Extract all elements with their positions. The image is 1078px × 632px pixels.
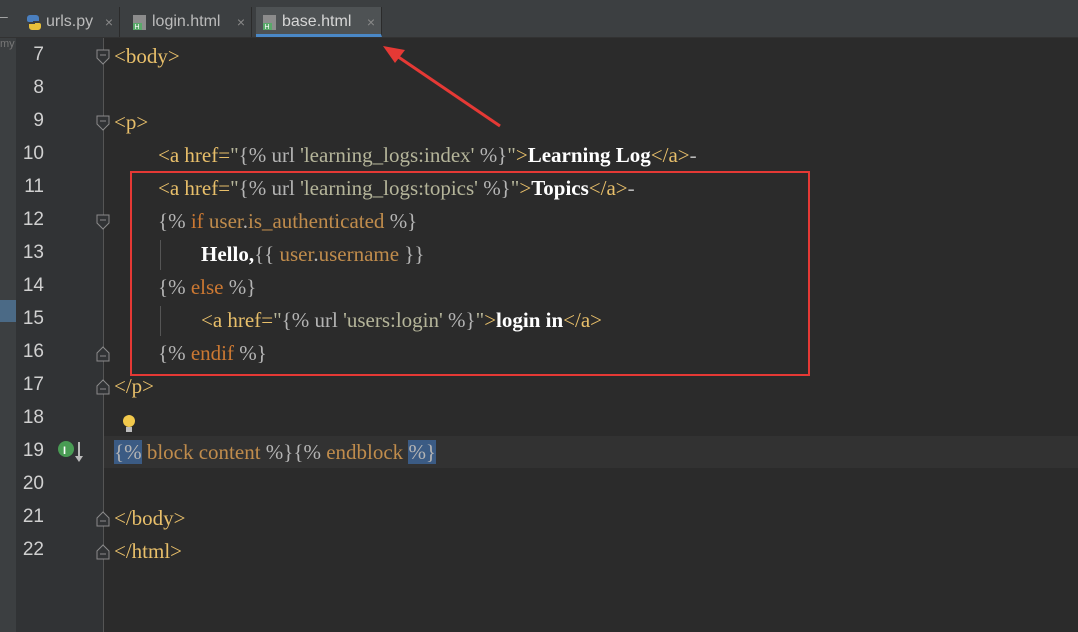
line-number: 14 [22, 275, 44, 296]
editor-tab-bar: – urls.py × H login.html × H base.html × [0, 0, 1078, 38]
python-file-icon [27, 15, 41, 30]
html-tag: <p> [114, 110, 149, 134]
string-literal: 'learning_logs:index' [300, 143, 475, 167]
template-tag: {% [293, 440, 321, 464]
line-number: 20 [22, 473, 44, 494]
line-number: 11 [24, 176, 44, 197]
tab-label: base.html [282, 13, 352, 30]
code-line-21[interactable]: </body> [114, 503, 186, 533]
line-number: 7 [33, 44, 44, 65]
code-line-22[interactable]: </html> [114, 536, 182, 566]
fold-open-icon[interactable] [95, 214, 111, 230]
side-panel-label: my [0, 38, 15, 50]
html-file-icon: H [133, 15, 146, 31]
line-number: 10 [22, 143, 44, 164]
code-line-19[interactable]: {% block content %}{% endblock %} [114, 437, 437, 467]
template-tag: %} [474, 143, 508, 167]
fold-close-icon[interactable] [95, 511, 111, 527]
code-line-9[interactable]: <p> [114, 107, 148, 137]
quote: " [507, 143, 516, 167]
tab-base-html[interactable]: H base.html × [256, 7, 382, 37]
matched-bracket: {% [114, 440, 142, 464]
close-icon[interactable]: × [367, 7, 375, 37]
side-panel-strip[interactable]: my [0, 38, 16, 632]
quote: " [230, 143, 239, 167]
line-number: 17 [22, 374, 44, 395]
fold-close-icon[interactable] [95, 544, 111, 560]
line-number: 12 [22, 209, 44, 230]
html-tag: > [515, 143, 528, 167]
implemented-override-icon[interactable]: I [57, 440, 85, 464]
line-number: 13 [22, 242, 44, 263]
html-tag: <a href= [158, 143, 231, 167]
fold-close-icon[interactable] [95, 346, 111, 362]
tab-urls-py[interactable]: urls.py × [20, 7, 120, 37]
html-file-icon: H [263, 15, 276, 31]
annotation-highlight-box [130, 171, 810, 376]
tab-label: urls.py [46, 13, 94, 30]
html-tag: </a> [650, 143, 690, 167]
line-number: 16 [22, 341, 44, 362]
code-line-7[interactable]: <body> [114, 41, 180, 71]
line-number: 22 [22, 539, 44, 560]
template-tag: {% url [238, 143, 301, 167]
matched-bracket: %} [408, 440, 437, 464]
code-line-10[interactable]: <a href="{% url 'learning_logs:index' %}… [158, 140, 697, 170]
svg-text:H: H [135, 24, 140, 31]
block-tag: block content [141, 440, 266, 464]
close-icon[interactable]: × [237, 7, 245, 37]
fold-open-icon[interactable] [95, 115, 111, 131]
line-number: 18 [22, 407, 44, 428]
annotation-arrow [383, 46, 501, 128]
line-number: 8 [33, 77, 44, 98]
close-icon[interactable]: × [105, 7, 113, 37]
block-tag: endblock [320, 440, 409, 464]
svg-text:I: I [63, 445, 66, 457]
html-tag: </html> [114, 539, 183, 563]
svg-text:H: H [265, 24, 270, 31]
line-number: 9 [33, 110, 44, 131]
selection-band [0, 300, 16, 322]
fold-close-icon[interactable] [95, 379, 111, 395]
html-tag: </p> [114, 374, 155, 398]
line-number: 21 [22, 506, 44, 527]
tab-label: login.html [152, 13, 221, 30]
link-text: Learning Log [527, 143, 651, 167]
html-tag: </body> [114, 506, 186, 530]
html-tag: <body> [114, 44, 180, 68]
tab-login-html[interactable]: H login.html × [126, 7, 252, 37]
line-number: 19 [22, 440, 44, 461]
template-tag: %} [265, 440, 294, 464]
trailing-dash: - [689, 143, 697, 167]
line-number: 15 [22, 308, 44, 329]
fold-open-icon[interactable] [95, 49, 111, 65]
recent-menu[interactable]: – [0, 8, 12, 30]
lightbulb-icon[interactable] [122, 414, 136, 434]
